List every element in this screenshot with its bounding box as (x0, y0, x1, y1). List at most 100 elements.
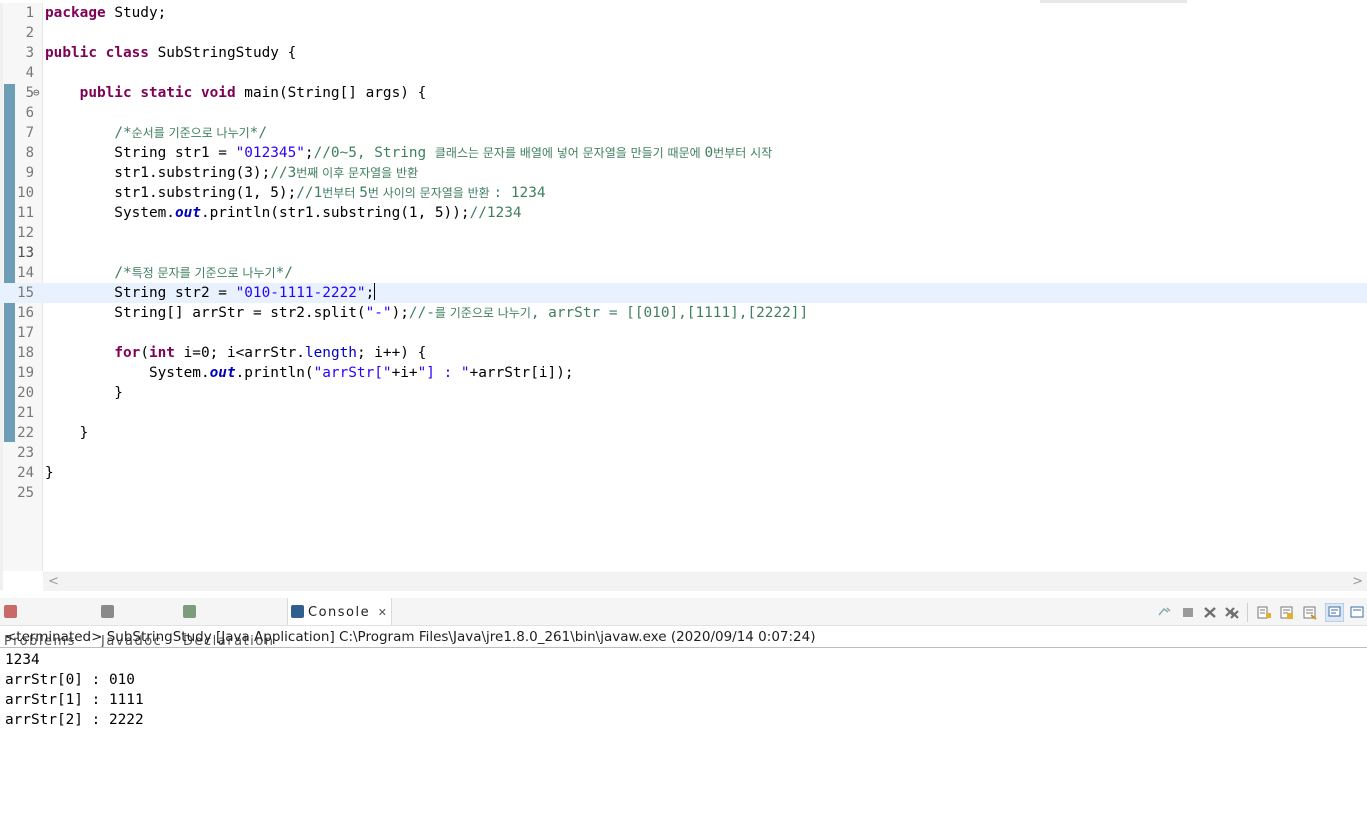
code-token: String[] (45, 305, 193, 321)
code-token: 를 기준으로 나누기 (434, 306, 531, 320)
scroll-right-arrow[interactable]: > (1352, 573, 1363, 591)
tab-console[interactable]: Console ✕ (287, 598, 392, 625)
code-token: package (45, 5, 106, 21)
console-status-line: <terminated> SubStringStudy [Java Applic… (5, 629, 816, 645)
code-token: void (200, 85, 236, 101)
line-number: 2 (25, 25, 34, 41)
code-line[interactable]: 19 System.out.println("arrStr["+i+"] : "… (0, 363, 1367, 383)
tab-problems[interactable]: Problems (4, 598, 92, 649)
code-line[interactable]: 24} (0, 463, 1367, 483)
line-number: 21 (17, 405, 34, 421)
word-wrap-icon[interactable] (1279, 605, 1295, 620)
code-text: package Study; (45, 3, 166, 23)
code-line[interactable]: 12 (0, 223, 1367, 243)
code-line[interactable]: 18 for(int i=0; i<arrStr.length; i++) { (0, 343, 1367, 363)
fold-toggle-icon[interactable]: ⊖ (33, 84, 40, 102)
line-number: 4 (25, 65, 34, 81)
code-line[interactable]: 1 package Study; (0, 3, 1367, 23)
code-text: } (45, 423, 89, 443)
code-line[interactable]: 15 String str2 = "010-1111-2222"; (0, 283, 1367, 303)
code-line[interactable]: 17 (0, 323, 1367, 343)
declaration-icon (183, 605, 196, 618)
code-token: //0~5, String (313, 145, 435, 161)
line-number: 11 (17, 205, 34, 221)
code-line[interactable]: 4 (0, 63, 1367, 83)
console-divider (0, 647, 1367, 648)
code-line[interactable]: 23 (0, 443, 1367, 463)
code-line[interactable]: 5 ⊖ public static void main(String[] args… (0, 83, 1367, 103)
code-token: class (105, 45, 149, 61)
line-number: 19 (17, 365, 34, 381)
code-line[interactable]: 13 (0, 243, 1367, 263)
code-token: System. (45, 365, 210, 381)
code-token: ; i++) { (356, 345, 427, 361)
remove-launch-icon[interactable] (1202, 605, 1218, 620)
code-token: } (45, 465, 54, 481)
show-on-output-icon[interactable] (1302, 605, 1318, 620)
code-token: i=0; i<arrStr. (174, 345, 305, 361)
line-number: 1 (25, 5, 34, 21)
code-line[interactable]: 3 public class SubStringStudy { (0, 43, 1367, 63)
code-token: out (174, 205, 201, 221)
code-line[interactable]: 21 (0, 403, 1367, 423)
code-line[interactable]: 20 } (0, 383, 1367, 403)
pin-console-icon[interactable] (1156, 605, 1172, 620)
console-output-line: arrStr[1] : 1111 (5, 692, 144, 708)
open-console-icon[interactable] (1350, 605, 1366, 620)
code-line[interactable]: 7 /*순서를 기준으로 나누기*/ (0, 123, 1367, 143)
terminate-icon[interactable] (1180, 605, 1196, 620)
code-token: static (140, 85, 193, 101)
code-token: for (114, 345, 141, 361)
code-token: public (45, 45, 97, 61)
code-text: str1.substring(1, 5);//1번부터 5번 사이의 문자열을 … (45, 183, 545, 203)
code-text: String str1 = "012345";//0~5, String 클래스… (45, 143, 772, 163)
scroll-lock-icon[interactable] (1256, 605, 1272, 620)
code-line[interactable]: 22 } (0, 423, 1367, 443)
code-text: public static void main(String[] args) { (45, 83, 427, 103)
java-editor[interactable]: 1 package Study; 2 3 public class SubStringS… (0, 0, 1367, 592)
code-token: str1.substring(1, 5); (45, 185, 297, 201)
code-token: public (79, 85, 132, 101)
code-token: +i+ (391, 365, 418, 381)
code-line[interactable]: 8 String str1 = "012345";//0~5, String 클… (0, 143, 1367, 163)
code-token: "012345" (235, 145, 305, 161)
line-number: 9 (25, 165, 34, 181)
code-line[interactable]: 10 str1.substring(1, 5);//1번부터 5번 사이의 문자… (0, 183, 1367, 203)
code-text: String str2 = "010-1111-2222"; (45, 283, 376, 303)
code-text: public class SubStringStudy { (45, 43, 296, 63)
code-line[interactable]: 16 String[] arrStr = str2.split("-");//-… (0, 303, 1367, 323)
tab-declaration[interactable]: Declaration (183, 598, 283, 649)
remove-all-icon[interactable] (1224, 605, 1240, 620)
code-line[interactable]: 11 System.out.println(str1.substring(1, … (0, 203, 1367, 223)
display-selected-console-icon[interactable] (1325, 603, 1344, 622)
code-line[interactable]: 14 /*특정 문자를 기준으로 나누기*/ (0, 263, 1367, 283)
javadoc-icon (101, 605, 114, 618)
tab-javadoc[interactable]: Javadoc (101, 598, 175, 649)
code-line[interactable]: 25 (0, 483, 1367, 503)
code-text: for(int i=0; i<arrStr.length; i++) { (45, 343, 426, 363)
code-token: 순서를 기준으로 나누기 (131, 126, 250, 140)
code-line[interactable]: 2 (0, 23, 1367, 43)
code-token: "arrStr[" (313, 365, 392, 381)
code-token: String str2 = (45, 285, 236, 301)
code-text: } (45, 463, 54, 483)
console-output[interactable]: 1234 arrStr[0] : 010 arrStr[1] : 1111 arrSt… (5, 650, 144, 730)
line-number: 20 (17, 385, 34, 401)
code-token: "] : " (417, 365, 470, 381)
code-line[interactable]: 9 str1.substring(3);//3번째 이후 문자열을 반환 (0, 163, 1367, 183)
close-icon[interactable]: ✕ (378, 606, 387, 619)
line-number: 24 (17, 465, 34, 481)
code-text: str1.substring(3);//3번째 이후 문자열을 반환 (45, 163, 418, 183)
scroll-left-arrow[interactable]: < (48, 573, 59, 591)
line-number: 23 (17, 445, 34, 461)
code-token: .println(str1.substring(1, 5)); (200, 205, 470, 221)
code-token: String str1 = (45, 145, 236, 161)
code-token: args (365, 85, 401, 101)
code-line[interactable]: 6 (0, 103, 1367, 123)
line-number: 7 (25, 125, 34, 141)
horizontal-scrollbar[interactable]: < > (43, 572, 1367, 591)
